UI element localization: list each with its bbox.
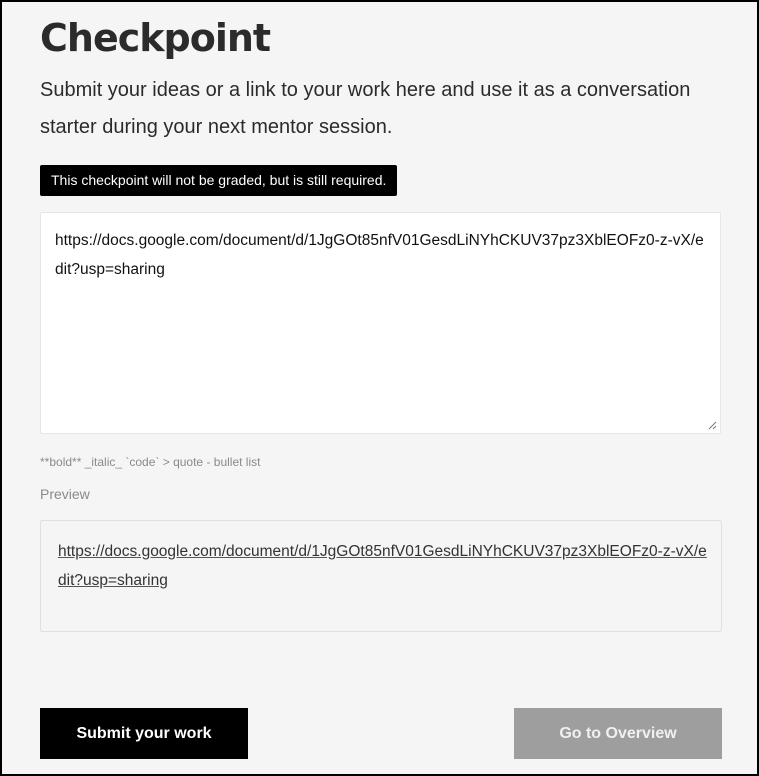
page-subtitle: Submit your ideas or a link to your work…	[40, 79, 691, 138]
go-to-overview-button[interactable]: Go to Overview	[514, 708, 722, 759]
preview-label: Preview	[40, 486, 90, 502]
submit-work-button[interactable]: Submit your work	[40, 708, 248, 759]
markdown-format-hint: **bold** _italic_ `code` > quote - bulle…	[40, 455, 261, 469]
page-title: Checkpoint	[40, 16, 271, 60]
resize-handle-icon[interactable]	[708, 421, 717, 430]
not-graded-notice-badge: This checkpoint will not be graded, but …	[40, 165, 398, 196]
preview-panel: https://docs.google.com/document/d/1JgGO…	[40, 520, 722, 632]
submission-textarea[interactable]: https://docs.google.com/document/d/1JgGO…	[40, 212, 721, 434]
checkpoint-panel: Checkpoint Submit your ideas or a link t…	[0, 0, 759, 776]
preview-link[interactable]: https://docs.google.com/document/d/1JgGO…	[58, 537, 708, 595]
submission-textarea-value[interactable]: https://docs.google.com/document/d/1JgGO…	[55, 226, 710, 284]
